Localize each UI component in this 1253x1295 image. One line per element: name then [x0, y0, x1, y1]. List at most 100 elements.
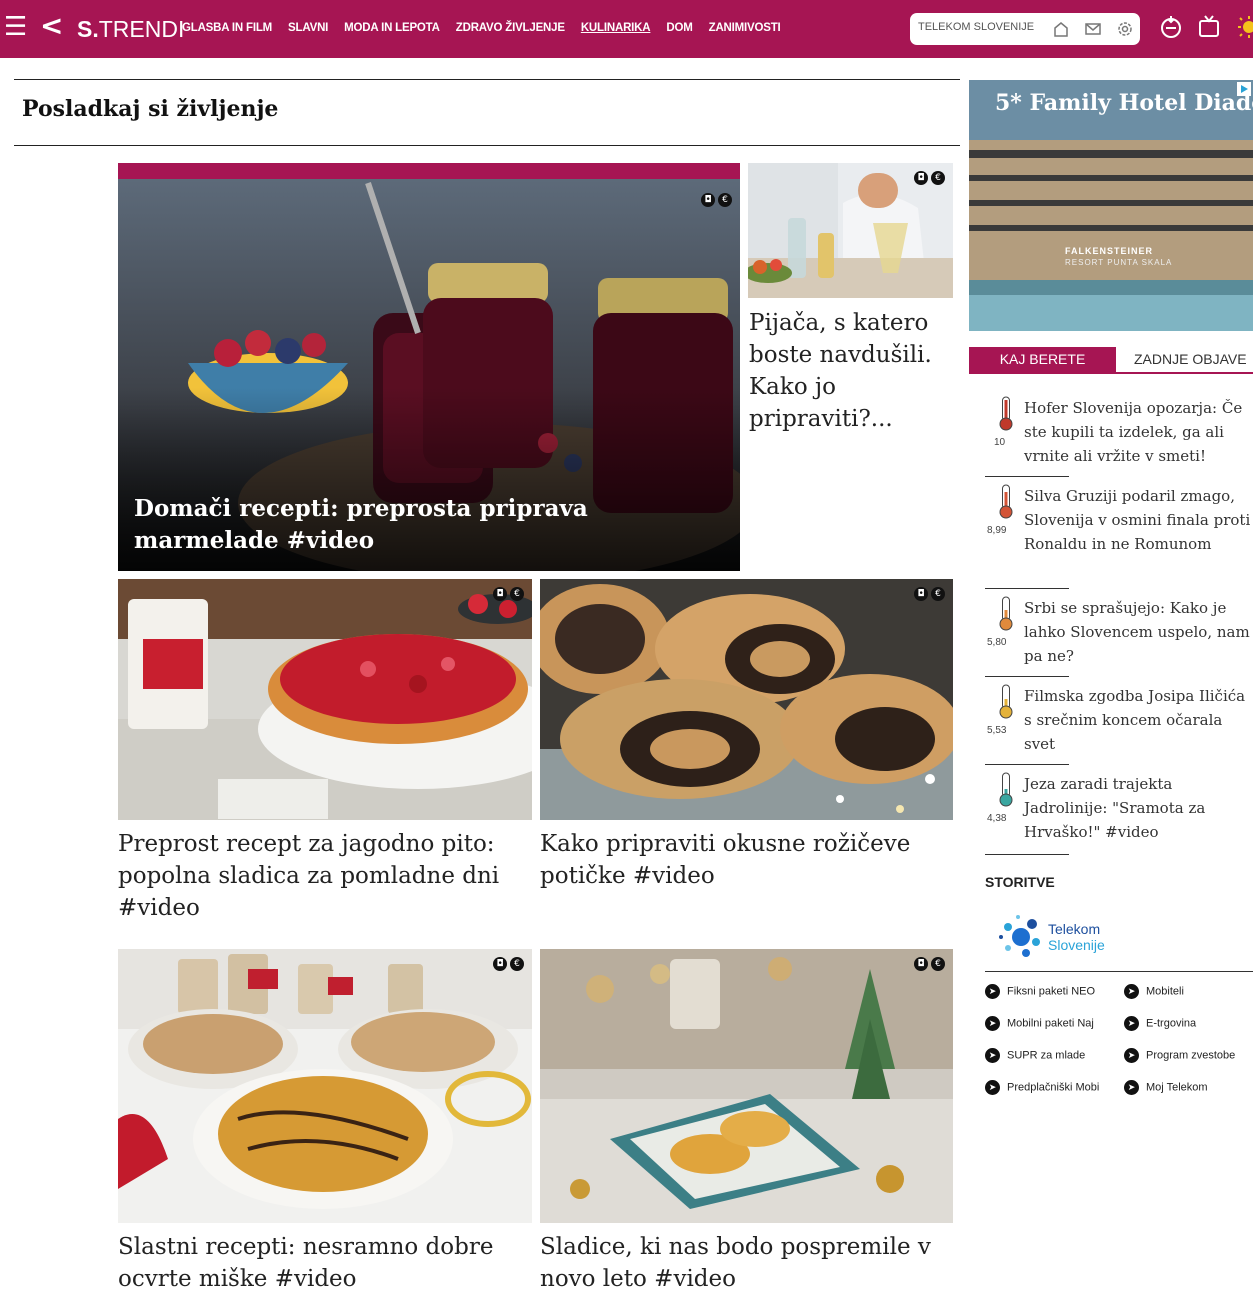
main-nav: GLASBA IN FILM SLAVNI MODA IN LEPOTA ZDR…: [182, 22, 797, 34]
tab-zadnje-objave[interactable]: ZADNJE OBJAVE: [1134, 347, 1247, 372]
top-bar: ☰ < S.TRENDI GLASBA IN FILM SLAVNI MODA …: [0, 0, 1253, 58]
trending-item[interactable]: 5,53 Filmska zgodba Josipa Iličića s sre…: [985, 684, 1253, 756]
article-card-christmas-pastry[interactable]: ◘ €: [540, 949, 953, 1223]
hamburger-icon[interactable]: ☰: [4, 14, 27, 40]
article-title[interactable]: Kako pripraviti okusne rožičeve potičke …: [540, 828, 953, 892]
paid-badge-icon: €: [931, 587, 945, 601]
telekom-name-sub[interactable]: Slovenije: [1048, 937, 1105, 953]
trend-title[interactable]: Silva Gruziji podaril zmago, Slovenija v…: [1024, 484, 1253, 556]
telekom-portal-box[interactable]: TELEKOM SLOVENIJE: [910, 13, 1140, 45]
tab-kaj-berete[interactable]: KAJ BERETE: [969, 347, 1116, 372]
article-card-featured[interactable]: ◘ € Domači recepti: preprosta priprava ma…: [118, 163, 740, 571]
media-badges: ◘ €: [914, 957, 945, 971]
ad-image-hotel[interactable]: [969, 80, 1253, 331]
article-title[interactable]: Slastni recepti: nesramno dobre ocvrte m…: [118, 1231, 532, 1295]
trend-title[interactable]: Jeza zaradi trajekta Jadrolinije: "Sramo…: [1024, 772, 1253, 844]
trend-score: 4,38: [987, 813, 1007, 824]
nav-dom[interactable]: DOM: [666, 22, 692, 34]
article-image-strawberry-pie[interactable]: [118, 579, 532, 820]
thermometer-icon: [999, 684, 1013, 719]
trending-item[interactable]: 5,80 Srbi se sprašujejo: Kako je lahko S…: [985, 596, 1253, 668]
hotel-ad-banner[interactable]: 5* Family Hotel Diadora FALKENSTEINER RE…: [969, 80, 1253, 331]
article-image-christmas-pastry[interactable]: [540, 949, 953, 1223]
thermometer-icon: [999, 596, 1013, 631]
service-link[interactable]: ➤ E-trgovina: [1124, 1016, 1196, 1031]
mail-icon[interactable]: [1084, 21, 1102, 37]
service-link[interactable]: ➤ Fiksni paketi NEO: [985, 984, 1095, 999]
thermometer-icon: [999, 772, 1013, 807]
service-link[interactable]: ➤ Mobiteli: [1124, 984, 1184, 999]
media-badges: ◘ €: [493, 957, 524, 971]
camera-icon: ◘: [914, 587, 928, 601]
service-link[interactable]: ➤ Predplačniški Mobi: [985, 1080, 1099, 1095]
camera-icon: ◘: [914, 171, 928, 185]
ad-brand: FALKENSTEINER: [1065, 246, 1154, 256]
thermometer-icon: [999, 484, 1013, 519]
home-icon[interactable]: [1052, 21, 1070, 37]
article-title[interactable]: Preprost recept za jagodno pito: popolna…: [118, 828, 532, 924]
nav-slavni[interactable]: SLAVNI: [288, 22, 328, 34]
chevron-left-icon[interactable]: <: [40, 11, 63, 41]
tv-icon[interactable]: [1196, 14, 1222, 40]
tv-remote-icon[interactable]: [1158, 14, 1184, 40]
section-bottom-rule: [14, 145, 960, 146]
arrow-right-icon: ➤: [985, 1016, 1000, 1031]
media-badges: ◘ €: [914, 171, 945, 185]
trend-score: 5,80: [987, 637, 1007, 648]
ad-choices-icon[interactable]: [1237, 82, 1251, 96]
service-link[interactable]: ➤ Moj Telekom: [1124, 1080, 1208, 1095]
nav-zdravo-zivljenje[interactable]: ZDRAVO ŽIVLJENJE: [456, 22, 565, 34]
article-image-carob-rolls[interactable]: [540, 579, 953, 820]
service-link[interactable]: ➤ Program zvestobe: [1124, 1048, 1235, 1063]
trending-divider: [985, 764, 1069, 765]
paid-badge-icon: €: [510, 587, 524, 601]
nav-zanimivosti[interactable]: ZANIMIVOSTI: [709, 22, 781, 34]
article-image-fried-dough[interactable]: [118, 949, 532, 1223]
camera-icon: ◘: [914, 957, 928, 971]
trending-divider: [985, 854, 1069, 855]
telekom-label: TELEKOM SLOVENIJE: [918, 21, 1035, 33]
camera-icon: ◘: [493, 957, 507, 971]
service-link[interactable]: ➤ SUPR za mlade: [985, 1048, 1085, 1063]
arrow-right-icon: ➤: [1124, 1016, 1139, 1031]
paid-badge-icon: €: [931, 171, 945, 185]
article-title[interactable]: Sladice, ki nas bodo pospremile v novo l…: [540, 1231, 953, 1295]
article-card-drink[interactable]: ◘ €: [748, 163, 953, 298]
article-card-carob-rolls[interactable]: ◘ €: [540, 579, 953, 820]
sidebar-tabs: KAJ BERETE ZADNJE OBJAVE: [969, 347, 1253, 374]
ad-title: 5* Family Hotel Diadora: [995, 90, 1253, 116]
service-link[interactable]: ➤ Mobilni paketi Naj: [985, 1016, 1094, 1031]
telekom-name[interactable]: Telekom: [1048, 921, 1100, 937]
media-badges: ◘ €: [701, 193, 732, 207]
nav-glasba-in-film[interactable]: GLASBA IN FILM: [182, 22, 272, 34]
nav-moda-in-lepota[interactable]: MODA IN LEPOTA: [344, 22, 440, 34]
trending-divider: [985, 588, 1069, 589]
article-title[interactable]: Domači recepti: preprosta priprava marme…: [134, 493, 720, 557]
trending-item[interactable]: 10 Hofer Slovenija opozarja: Če ste kupi…: [985, 396, 1253, 468]
article-card-fried-dough[interactable]: ◘ €: [118, 949, 532, 1223]
article-card-strawberry-pie[interactable]: ◘ €: [118, 579, 532, 820]
media-badges: ◘ €: [493, 587, 524, 601]
arrow-right-icon: ➤: [985, 1080, 1000, 1095]
trend-title[interactable]: Srbi se sprašujejo: Kako je lahko Sloven…: [1024, 596, 1253, 668]
trend-title[interactable]: Filmska zgodba Josipa Iličića s srečnim …: [1024, 684, 1253, 756]
sun-icon[interactable]: [1236, 14, 1253, 40]
trend-title[interactable]: Hofer Slovenija opozarja: Če ste kupili …: [1024, 396, 1253, 468]
camera-icon: ◘: [701, 193, 715, 207]
telekom-logo-icon[interactable]: [996, 912, 1046, 962]
arrow-right-icon: ➤: [985, 1048, 1000, 1063]
trending-item[interactable]: 4,38 Jeza zaradi trajekta Jadrolinije: "…: [985, 772, 1253, 844]
thermometer-icon: [999, 396, 1013, 431]
site-logo[interactable]: S.TRENDI: [77, 14, 184, 44]
settings-icon[interactable]: [1116, 21, 1134, 37]
trend-score: 5,53: [987, 725, 1007, 736]
article-title[interactable]: Pijača, s katero boste navdušili. Kako j…: [749, 307, 954, 435]
media-badges: ◘ €: [914, 587, 945, 601]
arrow-right-icon: ➤: [985, 984, 1000, 999]
section-top-rule: [14, 79, 960, 80]
trending-item[interactable]: 8,99 Silva Gruziji podaril zmago, Sloven…: [985, 484, 1253, 580]
arrow-right-icon: ➤: [1124, 1048, 1139, 1063]
nav-kulinarika[interactable]: KULINARIKA: [581, 22, 651, 34]
trending-divider: [985, 476, 1069, 477]
section-title: Posladkaj si življenje: [22, 96, 279, 122]
